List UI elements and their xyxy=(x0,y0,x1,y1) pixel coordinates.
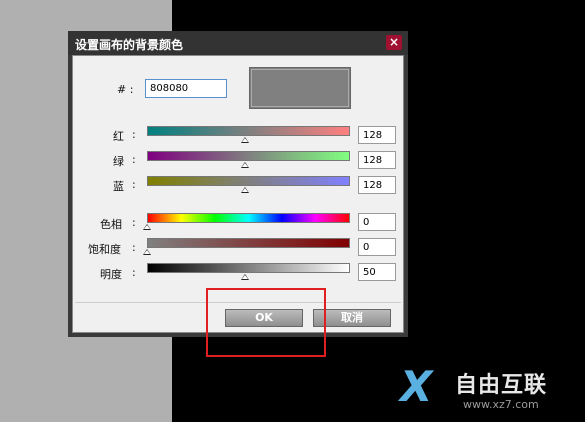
green-slider[interactable] xyxy=(147,151,350,161)
red-value-input[interactable]: 128 xyxy=(358,126,396,144)
close-icon[interactable]: × xyxy=(386,35,402,50)
red-slider[interactable] xyxy=(147,126,350,136)
watermark-logo-icon: X xyxy=(400,362,433,411)
hex-input[interactable]: 808080 xyxy=(145,79,227,98)
saturation-slider[interactable] xyxy=(147,238,350,248)
blue-label: 蓝 xyxy=(113,180,124,193)
brightness-label: 明度 xyxy=(100,268,122,281)
hue-label: 色相 xyxy=(100,218,122,231)
color-preview xyxy=(249,67,351,109)
hue-colon: : xyxy=(132,216,136,229)
hex-label: # : xyxy=(117,83,134,96)
blue-slider[interactable] xyxy=(147,176,350,186)
saturation-label: 饱和度 xyxy=(88,243,121,256)
red-label: 红 xyxy=(113,130,124,143)
hue-slider[interactable] xyxy=(147,213,350,223)
green-label: 绿 xyxy=(113,155,124,168)
saturation-slider-thumb[interactable] xyxy=(143,249,151,255)
brightness-colon: : xyxy=(132,266,136,279)
dialog-title: 设置画布的背景颜色 xyxy=(75,38,184,52)
watermark-url: www.xz7.com xyxy=(463,398,539,411)
green-colon: : xyxy=(132,153,136,166)
green-slider-thumb[interactable] xyxy=(241,162,249,168)
hue-value-input[interactable]: 0 xyxy=(358,213,396,231)
dialog-titlebar[interactable]: 设置画布的背景颜色 × xyxy=(68,31,408,55)
red-slider-thumb[interactable] xyxy=(241,137,249,143)
blue-value-input[interactable]: 128 xyxy=(358,176,396,194)
watermark: X 自由互联 www.xz7.com xyxy=(395,362,585,417)
brightness-value-input[interactable]: 50 xyxy=(358,263,396,281)
hue-slider-thumb[interactable] xyxy=(143,224,151,230)
brightness-slider-thumb[interactable] xyxy=(241,274,249,280)
saturation-colon: : xyxy=(132,241,136,254)
brightness-slider[interactable] xyxy=(147,263,350,273)
saturation-value-input[interactable]: 0 xyxy=(358,238,396,256)
green-value-input[interactable]: 128 xyxy=(358,151,396,169)
watermark-text: 自由互联 xyxy=(455,373,548,398)
blue-slider-thumb[interactable] xyxy=(241,187,249,193)
red-colon: : xyxy=(132,128,136,141)
highlight-box xyxy=(206,288,326,357)
blue-colon: : xyxy=(132,178,136,191)
